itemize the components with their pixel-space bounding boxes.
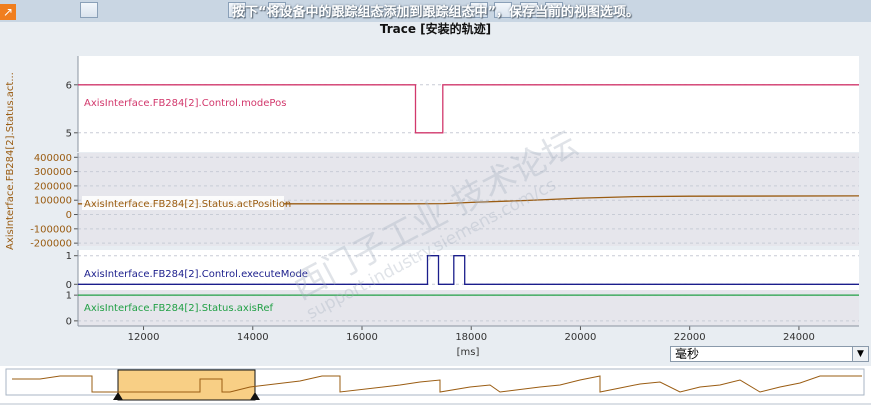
chevron-down-icon[interactable]: ▼ bbox=[852, 347, 868, 361]
trace-chart: 564000003000002000001000000-100000-20000… bbox=[30, 56, 860, 358]
series-label-executeMode: AxisInterface.FB284[2].Control.executeMo… bbox=[84, 269, 308, 280]
x-tick-labels: 12000 14000 16000 18000 20000 22000 24000 bbox=[128, 326, 815, 343]
y-tick-label: 400000 bbox=[34, 153, 72, 164]
y-tick-label: 0 bbox=[66, 316, 72, 327]
y-tick-label: 200000 bbox=[34, 181, 72, 192]
y-tick-labels: 5 6 400000 300000 200000 100000 0 -100000 -20000… bbox=[30, 56, 79, 327]
y-tick-label: 6 bbox=[66, 80, 72, 91]
x-tick-label: 20000 bbox=[565, 332, 597, 343]
y-tick-label: -200000 bbox=[30, 239, 72, 250]
y-axis-label-wrap: AxisInterface.FB284[2].Status.act... bbox=[2, 40, 16, 260]
y-tick-label: 100000 bbox=[34, 196, 72, 207]
x-axis-unit: [ms] bbox=[457, 347, 480, 358]
y-tick-label: 300000 bbox=[34, 167, 72, 178]
x-tick-label: 16000 bbox=[346, 332, 378, 343]
overview-strip bbox=[0, 366, 871, 408]
series-label-actPosition: AxisInterface.FB284[2].Status.actPositio… bbox=[84, 199, 291, 210]
y-axis-label: AxisInterface.FB284[2].Status.act... bbox=[5, 72, 16, 250]
y-tick-label: 5 bbox=[66, 128, 72, 139]
x-tick-label: 18000 bbox=[455, 332, 487, 343]
series-label-axisRef: AxisInterface.FB284[2].Status.axisRef bbox=[84, 303, 273, 314]
y-tick-label: 0 bbox=[66, 210, 72, 221]
x-tick-label: 12000 bbox=[128, 332, 160, 343]
overview-window[interactable] bbox=[117, 369, 256, 401]
time-unit-value: 毫秒 bbox=[675, 347, 700, 361]
series-label-modePos: AxisInterface.FB284[2].Control.modePos bbox=[84, 98, 286, 109]
time-unit-select[interactable]: 毫秒 ▼ bbox=[670, 346, 869, 362]
x-tick-label: 14000 bbox=[237, 332, 269, 343]
y-tick-label: 1 bbox=[66, 251, 72, 262]
y-tick-label: -100000 bbox=[30, 224, 72, 235]
y-tick-label: 1 bbox=[66, 291, 72, 302]
y-tick-label: 0 bbox=[66, 280, 72, 291]
x-tick-label: 24000 bbox=[783, 332, 815, 343]
x-tick-label: 22000 bbox=[674, 332, 706, 343]
